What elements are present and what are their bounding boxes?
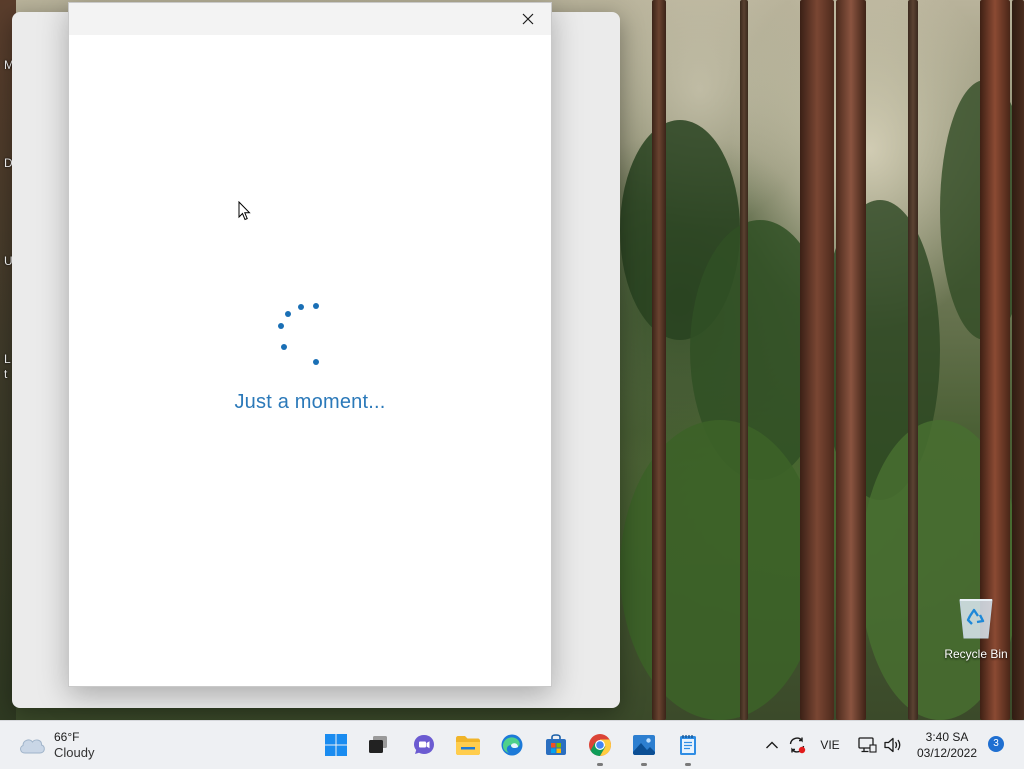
loading-message: Just a moment... xyxy=(234,391,386,413)
photos-icon xyxy=(633,735,655,755)
recycle-bin-icon xyxy=(959,599,993,639)
volume-button[interactable] xyxy=(882,733,904,757)
store-button[interactable] xyxy=(538,727,574,763)
spinner-dot xyxy=(298,304,304,310)
running-indicator xyxy=(685,763,691,766)
spinner-dot xyxy=(313,359,319,365)
clock-button[interactable]: 3:40 SA 03/12/2022 xyxy=(906,729,988,761)
spinner-dot xyxy=(285,311,291,317)
edge-button[interactable] xyxy=(494,727,530,763)
mouse-cursor-icon xyxy=(238,201,251,221)
weather-temperature: 66°F xyxy=(54,730,80,744)
task-view-icon xyxy=(369,736,387,753)
chevron-up-icon xyxy=(766,741,778,749)
weather-widget[interactable]: 66°F Cloudy xyxy=(18,729,94,761)
notification-badge[interactable]: 3 xyxy=(988,736,1004,752)
clock-date: 03/12/2022 xyxy=(916,746,978,760)
input-language-button[interactable]: VIE xyxy=(814,733,846,757)
chrome-button[interactable] xyxy=(582,727,618,766)
loading-dialog: Just a moment... xyxy=(68,2,552,687)
start-button[interactable] xyxy=(318,727,354,763)
network-button[interactable] xyxy=(856,733,878,757)
notepad-icon xyxy=(680,735,696,755)
task-view-button[interactable] xyxy=(360,727,396,763)
weather-condition: Cloudy xyxy=(54,745,95,760)
taskbar: 66°F Cloudy VIE 3:40 SA 03/12/2022 xyxy=(0,720,1024,769)
recycle-bin-label: Recycle Bin xyxy=(944,647,1008,661)
running-indicator xyxy=(641,763,647,766)
notepad-button[interactable] xyxy=(670,727,706,766)
loading-spinner xyxy=(69,3,551,686)
edge-icon xyxy=(501,734,523,756)
sync-alert-icon xyxy=(789,737,806,754)
left-label-4: L xyxy=(4,352,11,366)
clock-time: 3:40 SA xyxy=(925,730,969,744)
folder-icon xyxy=(456,736,480,755)
chat-button[interactable] xyxy=(406,727,442,763)
store-icon xyxy=(546,734,566,755)
teams-chat-icon xyxy=(414,735,434,754)
sync-status-button[interactable] xyxy=(786,733,808,757)
show-hidden-icons-button[interactable] xyxy=(762,733,782,757)
spinner-dot xyxy=(281,344,287,350)
left-label-5: t xyxy=(4,367,8,381)
spinner-dot xyxy=(278,323,284,329)
recycle-bin-desktop-icon[interactable]: Recycle Bin xyxy=(940,596,1012,661)
network-icon xyxy=(858,737,877,753)
photos-button[interactable] xyxy=(626,727,662,766)
cloud-icon xyxy=(20,739,45,754)
windows-start-icon xyxy=(325,734,347,756)
file-explorer-button[interactable] xyxy=(450,727,486,763)
spinner-dot xyxy=(313,303,319,309)
running-indicator xyxy=(597,763,603,766)
chrome-icon xyxy=(589,734,611,756)
speaker-icon xyxy=(884,737,901,753)
